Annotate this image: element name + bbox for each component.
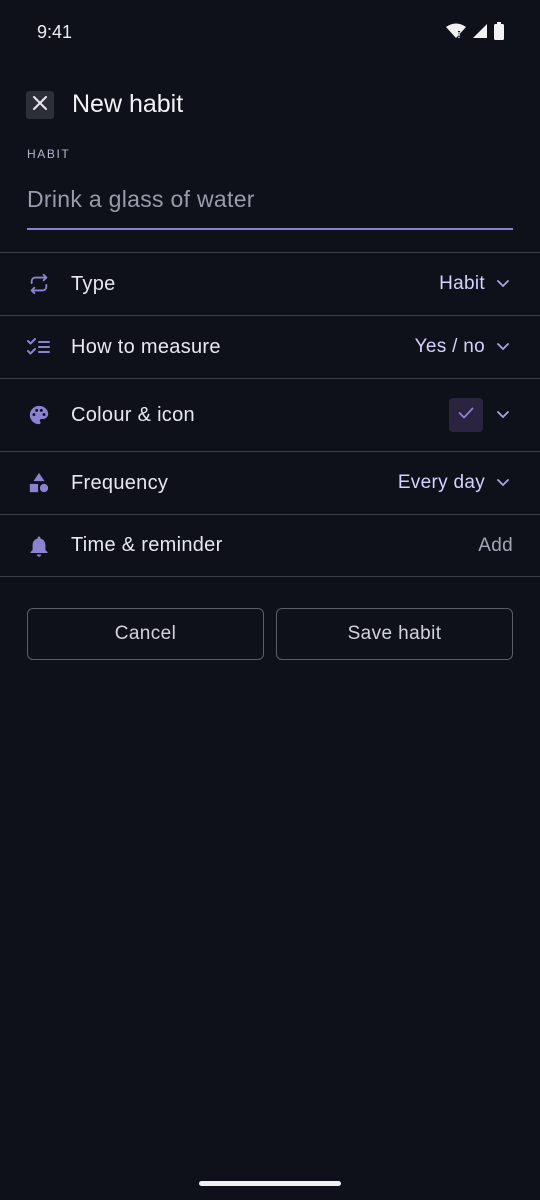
wifi-icon xyxy=(446,23,466,44)
palette-icon xyxy=(27,403,51,427)
bell-icon xyxy=(27,534,51,558)
status-icons xyxy=(446,22,504,45)
row-type[interactable]: Type Habit xyxy=(0,252,540,315)
signal-icon xyxy=(472,23,488,44)
row-how-to-measure[interactable]: How to measure Yes / no xyxy=(0,315,540,378)
frequency-value: Every day xyxy=(397,472,485,493)
colour-swatch[interactable] xyxy=(449,398,483,432)
home-indicator[interactable] xyxy=(199,1181,341,1186)
app-bar: New habit xyxy=(0,86,540,126)
new-habit-screen: 9:41 New habit HABIT Drink a glass of wa… xyxy=(0,0,540,1200)
status-time: 9:41 xyxy=(37,22,73,42)
checklist-icon xyxy=(27,335,51,359)
row-colour-icon[interactable]: Colour & icon xyxy=(0,378,540,451)
measure-label: How to measure xyxy=(71,335,221,358)
cancel-button[interactable]: Cancel xyxy=(27,608,264,660)
row-time-reminder[interactable]: Time & reminder Add xyxy=(0,514,540,577)
page-title: New habit xyxy=(72,90,184,118)
colour-icon-label: Colour & icon xyxy=(71,403,195,426)
save-habit-button[interactable]: Save habit xyxy=(276,608,513,660)
shapes-icon xyxy=(27,471,51,495)
close-icon xyxy=(32,95,48,116)
chevron-down-icon xyxy=(496,277,510,291)
battery-icon xyxy=(494,22,504,45)
habit-name-input[interactable] xyxy=(27,180,513,230)
chevron-down-icon xyxy=(496,340,510,354)
add-reminder-link[interactable]: Add xyxy=(478,535,513,557)
chevron-down-icon xyxy=(496,408,510,422)
reminder-label: Time & reminder xyxy=(71,534,223,556)
repeat-icon xyxy=(27,272,51,296)
measure-value: Yes / no xyxy=(414,336,485,357)
type-value: Habit xyxy=(439,273,485,294)
row-frequency[interactable]: Frequency Every day xyxy=(0,451,540,514)
type-label: Type xyxy=(71,272,116,295)
check-icon xyxy=(458,406,474,424)
frequency-label: Frequency xyxy=(71,471,169,494)
chevron-down-icon xyxy=(496,476,510,490)
close-button[interactable] xyxy=(26,91,54,119)
status-bar: 9:41 xyxy=(0,0,540,66)
habit-field-label: HABIT xyxy=(27,147,71,161)
habit-settings-list: Type Habit How to measure Yes / no Colou… xyxy=(0,252,540,577)
